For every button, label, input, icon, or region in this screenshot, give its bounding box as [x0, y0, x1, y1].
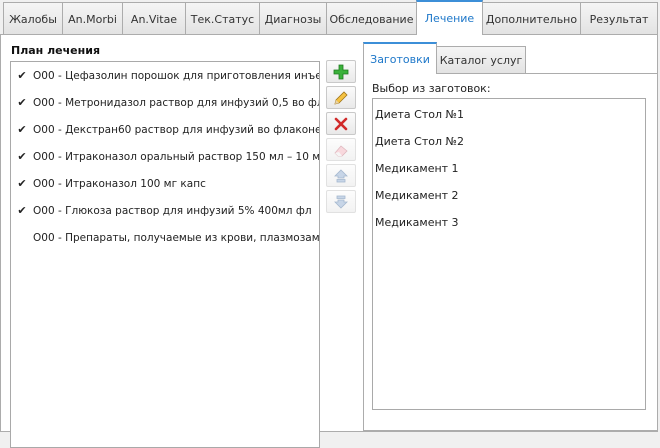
main-tab-bar: Жалобы An.Morbi An.Vitae Тек.Статус Диаг…: [0, 0, 660, 35]
delete-icon: [334, 117, 348, 130]
plan-item-text: O00 - Глюкоза раствор для инфузий 5% 400…: [33, 204, 312, 217]
tab-label: An.Vitae: [130, 12, 178, 26]
check-icon: ✔: [17, 123, 27, 136]
check-icon: ✔: [17, 150, 27, 163]
add-button[interactable]: [326, 60, 356, 83]
check-icon: ✔: [17, 204, 27, 217]
tab-examination[interactable]: Обследование: [326, 2, 417, 35]
move-down-icon: [334, 195, 348, 209]
check-icon: ✔: [17, 96, 27, 109]
tab-additional[interactable]: Дополнительно: [482, 2, 581, 35]
edit-button[interactable]: [326, 86, 356, 109]
clear-button[interactable]: [326, 138, 356, 161]
tab-label: Тек.Статус: [190, 12, 255, 26]
check-icon: ✔: [17, 177, 27, 190]
plan-item[interactable]: ✔ O00 - Итраконазол оральный раствор 150 …: [11, 143, 319, 170]
plan-item[interactable]: ✔ O00 - Метронидазол раствор для инфузий …: [11, 89, 319, 116]
tab-presets[interactable]: Заготовки: [363, 42, 437, 74]
preset-item[interactable]: Медикамент 2: [373, 185, 645, 212]
eraser-icon: [334, 144, 348, 156]
tab-diagnoses[interactable]: Диагнозы: [259, 2, 327, 35]
add-icon: [333, 64, 349, 79]
tab-label: An.Morbi: [68, 12, 117, 26]
tab-service-catalog[interactable]: Каталог услуг: [436, 46, 526, 74]
plan-item[interactable]: ✔ O00 - Декстран60 раствор для инфузий во…: [11, 116, 319, 143]
move-up-icon: [334, 168, 348, 182]
plan-item-text: O00 - Итраконазол оральный раствор 150 м…: [33, 150, 319, 163]
move-up-button[interactable]: [326, 164, 356, 187]
edit-icon: [334, 90, 348, 105]
tab-complaints[interactable]: Жалобы: [3, 2, 63, 35]
preset-item[interactable]: Диета Стол №2: [373, 131, 645, 158]
plan-toolbar: [326, 60, 358, 216]
check-icon: ✔: [17, 69, 27, 82]
delete-button[interactable]: [326, 112, 356, 135]
preset-item[interactable]: Медикамент 1: [373, 158, 645, 185]
tab-label: Обследование: [329, 12, 414, 26]
tab-result[interactable]: Результат: [580, 2, 658, 35]
tab-an-morbi[interactable]: An.Morbi: [62, 2, 123, 35]
plan-item[interactable]: ✔ O00 - Глюкоза раствор для инфузий 5% 40…: [11, 197, 319, 224]
presets-label: Выбор из заготовок:: [372, 82, 491, 95]
tab-label: Жалобы: [9, 12, 57, 26]
tab-label: Заготовки: [370, 52, 430, 66]
tab-an-vitae[interactable]: An.Vitae: [122, 2, 186, 35]
plan-item[interactable]: ✔ O00 - Итраконазол 100 мг капс: [11, 170, 319, 197]
tab-label: Результат: [589, 12, 649, 26]
plan-item-text: O00 - Итраконазол 100 мг капс: [33, 177, 206, 190]
tab-label: Каталог услуг: [439, 54, 523, 67]
presets-panel: Заготовки Каталог услуг Выбор из заготов…: [363, 42, 658, 431]
plan-item-text: O00 - Препараты, получаемые из крови, пл…: [33, 231, 319, 244]
tab-label: Диагнозы: [264, 12, 322, 26]
sub-tab-bar: Заготовки Каталог услуг: [363, 42, 658, 74]
plan-item-text: O00 - Метронидазол раствор для инфузий 0…: [33, 96, 319, 109]
plan-list[interactable]: ✔ O00 - Цефазолин порошок для приготовлен…: [10, 61, 320, 448]
tab-label: Дополнительно: [485, 12, 578, 26]
preset-item[interactable]: Диета Стол №1: [373, 104, 645, 131]
tab-treatment[interactable]: Лечение: [416, 0, 483, 35]
plan-item-text: O00 - Декстран60 раствор для инфузий во …: [33, 123, 319, 136]
plan-item-text: O00 - Цефазолин порошок для приготовлени…: [33, 69, 319, 82]
plan-item[interactable]: ✔ O00 - Цефазолин порошок для приготовлен…: [11, 62, 319, 89]
preset-item[interactable]: Медикамент 3: [373, 212, 645, 239]
presets-content: Выбор из заготовок: Диета Стол №1 Диета …: [363, 73, 658, 431]
tab-label: Лечение: [424, 12, 475, 25]
plan-item[interactable]: O00 - Препараты, получаемые из крови, пл…: [11, 224, 319, 251]
plan-title: План лечения: [11, 44, 101, 57]
tab-current-status[interactable]: Тек.Статус: [185, 2, 260, 35]
treatment-panel: План лечения ✔ O00 - Цефазолин порошок дл…: [0, 34, 658, 448]
preset-list[interactable]: Диета Стол №1 Диета Стол №2 Медикамент 1…: [372, 98, 646, 410]
move-down-button[interactable]: [326, 190, 356, 213]
